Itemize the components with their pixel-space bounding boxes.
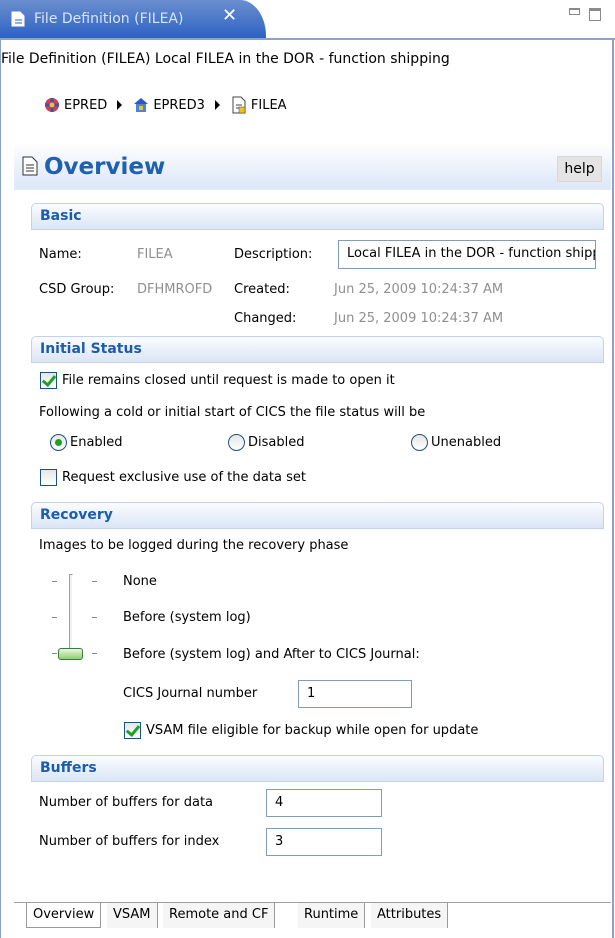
disabled-radio-label: Disabled [248, 435, 305, 450]
region-icon [134, 98, 149, 112]
help-button[interactable]: help [557, 156, 602, 182]
slider-tick [92, 617, 97, 618]
editor-tab-title: File Definition (FILEA) [34, 11, 184, 27]
vsam-backup-checkbox[interactable] [124, 722, 141, 739]
recovery-level-before-after: Before (system log) and After to CICS Jo… [123, 647, 420, 662]
journal-number-label: CICS Journal number [123, 686, 258, 701]
slider-tick [92, 653, 97, 654]
recovery-level-slider-track[interactable] [69, 574, 73, 656]
data-buffers-label: Number of buffers for data [39, 795, 214, 810]
index-buffers-field[interactable]: 3 [266, 828, 382, 856]
created-value: Jun 25, 2009 10:24:37 AM [334, 282, 504, 297]
cold-start-status-text: Following a cold or initial start of CIC… [39, 405, 426, 420]
tab-remote-and-cf[interactable]: Remote and CF [163, 903, 276, 928]
index-buffers-label: Number of buffers for index [39, 834, 220, 849]
recovery-level-none: None [123, 574, 157, 589]
file-definition-icon [11, 11, 25, 27]
closed-until-request-checkbox[interactable] [40, 372, 57, 389]
slider-tick [52, 653, 57, 654]
section-title: Initial Status [40, 341, 142, 357]
recovery-level-before: Before (system log) [123, 610, 251, 625]
slider-tick [92, 581, 97, 582]
closed-until-request-label: File remains closed until request is mad… [62, 373, 395, 388]
csd-group-label: CSD Group: [39, 282, 115, 297]
breadcrumb-item-epred3[interactable]: EPRED3 [132, 96, 205, 114]
created-label: Created: [234, 282, 290, 297]
disabled-radio[interactable] [228, 434, 245, 451]
file-definition-icon [232, 96, 246, 114]
recovery-level-slider-thumb[interactable] [58, 648, 83, 660]
description-field[interactable]: Local FILEA in the DOR - function shippi… [338, 240, 596, 269]
unenabled-radio[interactable] [411, 434, 428, 451]
page-title: Overview [44, 154, 166, 180]
section-buffers-header[interactable]: Buffers [31, 755, 604, 782]
tab-overview[interactable]: Overview [26, 903, 102, 928]
section-recovery-header[interactable]: Recovery [31, 502, 604, 529]
exclusive-use-label: Request exclusive use of the data set [62, 470, 306, 485]
section-initial-status-header[interactable]: Initial Status [31, 336, 604, 363]
changed-value: Jun 25, 2009 10:24:37 AM [334, 311, 504, 326]
name-value: FILEA [137, 247, 173, 262]
cics-plex-icon [45, 98, 59, 112]
breadcrumb-label: EPRED3 [153, 97, 205, 113]
breadcrumb-item-epred[interactable]: EPRED [43, 96, 107, 114]
close-icon[interactable]: ✕ [222, 7, 237, 25]
breadcrumb-item-filea[interactable]: FILEA [230, 96, 287, 114]
csd-group-value: DFHMROFD [137, 282, 213, 297]
vsam-backup-label: VSAM file eligible for backup while open… [146, 723, 479, 738]
data-buffers-field[interactable]: 4 [266, 789, 382, 817]
tab-attributes[interactable]: Attributes [371, 903, 449, 928]
editor-right-border [612, 38, 614, 938]
minimize-icon[interactable] [569, 8, 580, 15]
file-definition-icon [22, 156, 38, 176]
slider-tick [52, 581, 57, 582]
tab-runtime[interactable]: Runtime [298, 903, 366, 928]
changed-label: Changed: [234, 311, 297, 326]
breadcrumb-arrow-icon [117, 100, 123, 110]
editor-top-border [0, 38, 615, 40]
breadcrumb-label: FILEA [250, 97, 287, 113]
section-basic-header[interactable]: Basic [31, 203, 604, 230]
breadcrumb-label: EPRED [64, 97, 108, 113]
section-title: Recovery [40, 507, 113, 523]
editor-left-border [0, 38, 1, 938]
name-label: Name: [39, 247, 82, 262]
breadcrumb-arrow-icon [214, 100, 220, 110]
section-title: Buffers [40, 760, 97, 776]
slider-tick [52, 617, 57, 618]
editor-headline: File Definition (FILEA) Local FILEA in t… [1, 51, 450, 67]
recovery-intro: Images to be logged during the recovery … [39, 538, 349, 553]
section-title: Basic [40, 208, 82, 224]
unenabled-radio-label: Unenabled [431, 435, 502, 450]
enabled-radio[interactable] [50, 434, 67, 451]
maximize-icon[interactable] [589, 8, 601, 21]
tab-vsam[interactable]: VSAM [107, 903, 158, 928]
exclusive-use-checkbox[interactable] [40, 469, 57, 486]
breadcrumb: EPRED EPRED3 FILEA [43, 96, 287, 114]
enabled-radio-label: Enabled [70, 435, 123, 450]
description-label: Description: [234, 247, 313, 262]
journal-number-field[interactable]: 1 [298, 680, 412, 708]
